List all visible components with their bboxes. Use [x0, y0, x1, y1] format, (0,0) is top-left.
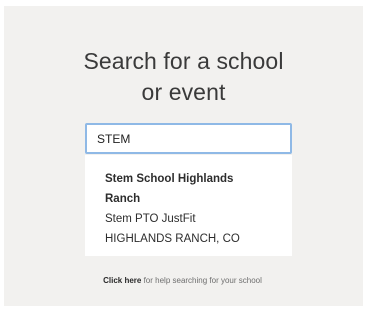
help-text-rest: for help searching for your school — [141, 276, 262, 285]
page-title-line-1: Search for a school — [83, 48, 284, 74]
page-title-line-2: or event — [141, 79, 226, 105]
help-text: Click here for help searching for your s… — [0, 276, 365, 285]
search-result-item[interactable]: Stem School Highlands Ranch Stem PTO Jus… — [105, 169, 292, 249]
result-school-name: Stem School Highlands Ranch — [105, 173, 234, 205]
search-field[interactable] — [85, 123, 292, 154]
result-event-name: Stem PTO JustFit — [105, 213, 196, 225]
search-input[interactable] — [87, 125, 290, 152]
search-results-dropdown: Stem School Highlands Ranch Stem PTO Jus… — [85, 155, 292, 256]
help-link[interactable]: Click here — [103, 276, 141, 285]
result-location: HIGHLANDS RANCH, CO — [105, 233, 240, 245]
page-title: Search for a school or event — [4, 46, 363, 108]
